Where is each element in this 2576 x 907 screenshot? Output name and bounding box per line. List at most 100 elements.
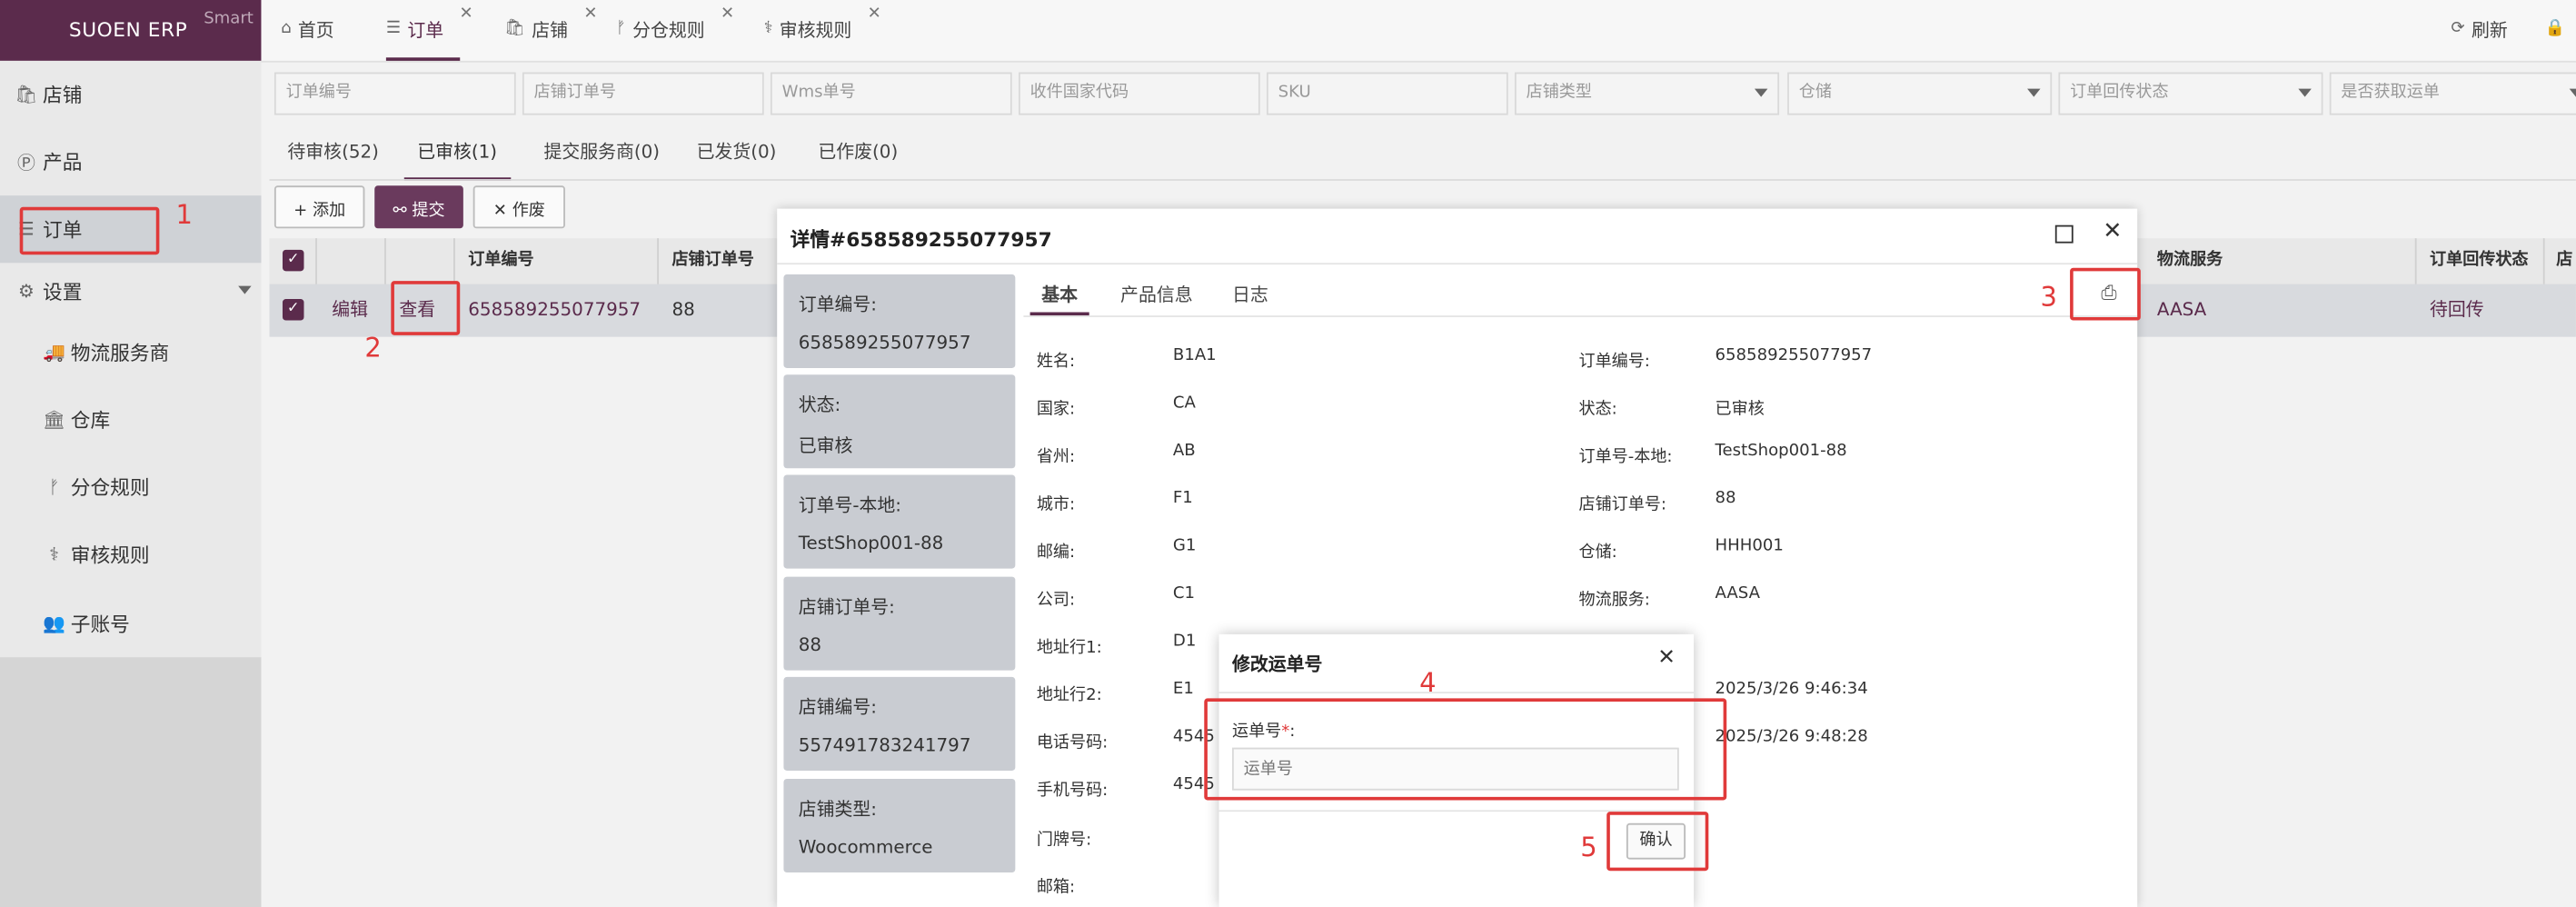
submit-button[interactable]: ⚯ 提交 — [374, 185, 463, 229]
detail-tab-log[interactable]: 日志 — [1232, 281, 1268, 307]
modal-title: 修改运单号 — [1232, 653, 1323, 676]
maximize-icon[interactable] — [2054, 224, 2074, 244]
tab-label: 分仓规则 — [632, 18, 705, 41]
status-tab-approved[interactable]: 已审核(1) — [403, 128, 511, 181]
field-value: TestShop001-88 — [1715, 442, 1847, 461]
field-label: 邮箱: — [1036, 879, 1076, 898]
user-icon: 🔒 — [2544, 19, 2566, 38]
refresh-icon: ⟳ — [2451, 19, 2465, 38]
tab-home[interactable]: ⌂ 首页 — [281, 0, 334, 57]
field-label: 物流服务: — [1578, 591, 1650, 610]
card-label: 店铺编号: — [798, 696, 877, 719]
divider — [657, 238, 660, 284]
filter-shop-order-no[interactable]: 店铺订单号 — [522, 72, 764, 115]
sidebar-item-warehouse[interactable]: 🏛 仓库 — [0, 386, 261, 454]
field-label: 状态: — [1578, 401, 1617, 420]
column-header-shop-order-no[interactable]: 店铺订单号 — [671, 238, 753, 284]
filter-wms-no[interactable]: Wms单号 — [770, 72, 1012, 115]
gear-icon: ⚙ — [18, 281, 35, 303]
sidebar-item-label: 审核规则 — [70, 543, 150, 567]
home-icon: ⌂ — [281, 19, 292, 38]
brand-name: SUOEN ERP — [68, 17, 188, 42]
tab-review-rules[interactable]: ⚕ 审核规则 ✕ — [764, 0, 881, 57]
filter-order-no[interactable]: 订单编号 — [274, 72, 516, 115]
filter-country-code[interactable]: 收件国家代码 — [1018, 72, 1260, 115]
sidebar-item-logistics[interactable]: 🚚 物流服务商 — [0, 319, 261, 386]
divider — [384, 238, 386, 284]
chevron-down-icon — [1754, 88, 1768, 97]
branch-icon: ᚠ — [48, 476, 60, 498]
field-value: CA — [1172, 394, 1196, 413]
sidebar-header: SUOEN ERP Smart — [0, 0, 262, 61]
card-shop-order-no: 店铺订单号: 88 — [783, 576, 1016, 671]
filter-waybill-label: 是否获取运单 — [2341, 84, 2440, 103]
callback-status-cell: 待回传 — [2430, 299, 2484, 321]
status-tab-shipped[interactable]: 已发货(0) — [697, 128, 777, 177]
refresh-label: 刷新 — [2471, 18, 2508, 41]
card-value: 557491783241797 — [798, 734, 971, 756]
add-button[interactable]: + 添加 — [274, 185, 365, 229]
sidebar-item-subaccount[interactable]: 👥 子账号 — [0, 590, 261, 657]
column-header-logistics[interactable]: 物流服务 — [2157, 238, 2223, 284]
tab-label: 首页 — [297, 18, 334, 41]
tab-shop[interactable]: 🛍 店铺 ✕ — [504, 0, 598, 57]
updated-time: 2025/3/26 9:48:28 — [1715, 727, 1868, 746]
sidebar-item-shop[interactable]: 🛍 店铺 — [0, 61, 261, 128]
filter-waybill-obtained[interactable]: 是否获取运单 — [2329, 72, 2576, 115]
close-icon[interactable]: ✕ — [1657, 646, 1676, 671]
tab-branch-rules[interactable]: ᚠ 分仓规则 ✕ — [616, 0, 734, 57]
status-tab-submitted[interactable]: 提交服务商(0) — [543, 128, 660, 177]
close-icon[interactable]: ✕ — [459, 5, 472, 23]
tab-label: 订单 — [407, 18, 444, 41]
app-root: SUOEN ERP Smart 🛍 店铺 Ⓟ 产品 ☰ 订单 ⚙ 设置 🚚 物流… — [0, 0, 2576, 907]
column-header-order-no[interactable]: 订单编号 — [468, 238, 533, 284]
field-value: 88 — [1715, 489, 1736, 508]
filter-warehouse[interactable]: 仓储 — [1787, 72, 2053, 115]
detail-tab-basic[interactable]: 基本 — [1041, 281, 1078, 307]
logistics-cell: AASA — [2156, 299, 2207, 321]
order-no-link[interactable]: 658589255077957 — [468, 284, 641, 337]
filter-shop-type[interactable]: 店铺类型 — [1514, 72, 1780, 115]
card-value: 88 — [798, 633, 821, 656]
field-label: 公司: — [1036, 591, 1076, 610]
field-label: 订单号-本地: — [1578, 448, 1673, 467]
select-all-checkbox[interactable]: ✓ — [282, 249, 304, 272]
shop-icon: 🛍 — [15, 84, 38, 105]
column-header-more[interactable]: 店 — [2556, 238, 2572, 284]
row-checkbox[interactable]: ✓ — [282, 299, 304, 321]
column-header-callback-status[interactable]: 订单回传状态 — [2430, 238, 2528, 284]
field-value: G1 — [1172, 537, 1197, 556]
close-icon[interactable]: ✕ — [868, 5, 881, 23]
close-icon[interactable]: ✕ — [2103, 218, 2122, 244]
status-tab-void[interactable]: 已作废(0) — [818, 128, 898, 177]
filter-sku[interactable]: SKU — [1266, 72, 1508, 115]
sidebar-item-settings[interactable]: ⚙ 设置 — [0, 258, 261, 325]
card-order-no: 订单编号: 658589255077957 — [783, 274, 1016, 368]
sidebar-item-product[interactable]: Ⓟ 产品 — [0, 128, 261, 195]
filter-warehouse-label: 仓储 — [1798, 84, 1832, 103]
card-label: 订单号-本地: — [798, 494, 902, 516]
sidebar-item-review-rules[interactable]: ⚕ 审核规则 — [0, 521, 261, 588]
detail-tab-products[interactable]: 产品信息 — [1120, 281, 1193, 307]
tab-order[interactable]: ☰ 订单 ✕ — [385, 0, 473, 61]
refresh-button[interactable]: ⟳ 刷新 — [2452, 0, 2508, 57]
filter-callback-status[interactable]: 订单回传状态 — [2058, 72, 2323, 115]
edit-link[interactable]: 编辑 — [332, 284, 368, 337]
field-value: C1 — [1172, 584, 1196, 603]
close-icon[interactable]: ✕ — [583, 5, 597, 23]
field-label: 店铺订单号: — [1578, 496, 1666, 514]
status-tab-pending[interactable]: 待审核(52) — [287, 128, 379, 177]
card-label: 店铺类型: — [798, 798, 877, 821]
stethoscope-icon: ⚕ — [49, 543, 60, 565]
divider — [453, 238, 455, 284]
sidebar-item-branch-rules[interactable]: ᚠ 分仓规则 — [0, 454, 261, 521]
void-button[interactable]: ✕ 作废 — [472, 185, 565, 229]
card-value: TestShop001-88 — [798, 532, 944, 554]
sidebar-item-label: 设置 — [43, 281, 83, 304]
field-label: 地址行1: — [1036, 639, 1102, 658]
branch-icon: ᚠ — [616, 19, 626, 38]
list-icon: ☰ — [385, 19, 402, 38]
users-icon: 👥 — [43, 613, 66, 634]
close-icon[interactable]: ✕ — [721, 5, 734, 23]
user-button[interactable]: 🔒 — [2545, 0, 2572, 57]
